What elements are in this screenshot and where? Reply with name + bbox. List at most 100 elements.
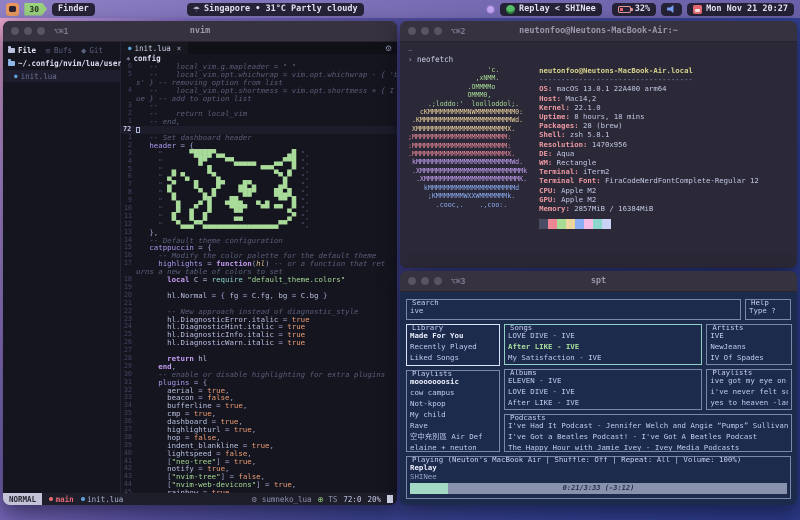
fold-header[interactable]: ∗config	[121, 54, 397, 63]
spotify-icon	[506, 5, 515, 14]
list-item[interactable]: The Happy Hour with Jamie Ivey - Ivey Me…	[508, 443, 788, 452]
artists-box[interactable]: ArtistsIVE NewJeans IV Of Spades Eve	[706, 324, 792, 365]
albums-box[interactable]: AlbumsELEVEN - IVELOVE DIVE - IVEAfter L…	[504, 369, 702, 410]
scroll-percent: 20%	[367, 495, 381, 504]
treesitter-icon: ⊕	[318, 495, 324, 504]
palette-swatch	[593, 219, 602, 229]
list-item[interactable]: Eve	[710, 364, 788, 365]
list-item[interactable]: I've Had It Podcast - Jennifer Welch and…	[508, 421, 788, 430]
sidebar-tab-git[interactable]: ◆Git	[81, 46, 103, 55]
sidebar-tab-bufs[interactable]: ≡Bufs	[45, 46, 72, 55]
playlists-box[interactable]: Playlistsmooooooosiccow campusNot-kpopMy…	[406, 370, 500, 452]
treesitter-indicator: ⊕ TS	[318, 495, 338, 504]
list-item[interactable]: 空中充別區 Air Def	[410, 432, 496, 441]
list-item[interactable]: mooooooosic	[410, 377, 496, 386]
terminal-content[interactable]: ~ › neofetch 'c. ,xNMM. .OMMMMo OMMM0, .…	[400, 42, 797, 268]
podcasts-box[interactable]: PodcastsI've Had It Podcast - Jennifer W…	[504, 414, 792, 452]
branch-name: main	[56, 495, 74, 504]
playlists-right-box[interactable]: Playlistsive got my eye on you!!i've nev…	[706, 369, 792, 410]
list-item[interactable]: IVE	[710, 331, 788, 340]
neofetch-entry: CPU: Apple M2	[539, 186, 759, 195]
list-item[interactable]: My child	[410, 410, 496, 419]
list-item[interactable]: LOVE DIVE - IVE	[508, 331, 698, 340]
list-item[interactable]: NewJeans	[710, 342, 788, 351]
weather-widget[interactable]: ☂Singapore • 31°C Partly cloudy	[187, 3, 364, 16]
neofetch-entry: Uptime: 8 hours, 18 mins	[539, 112, 759, 121]
list-item[interactable]: My Satisfaction - IVE	[508, 353, 698, 362]
gear-icon[interactable]: ⚙	[385, 44, 397, 53]
file-name: init.lua	[87, 495, 123, 504]
playing-box: Playing (Neuton's MacBook Air | Shuffle:…	[406, 456, 791, 499]
now-playing-widget[interactable]: Replay < SHINee	[500, 3, 602, 16]
search-input[interactable]: ive	[410, 303, 737, 315]
neofetch-entry: Terminal: iTerm2	[539, 167, 759, 176]
command-text: neofetch	[417, 55, 453, 64]
space-badge[interactable]: 30	[24, 3, 47, 16]
sidebar-file-initlua[interactable]: ●init.lua	[3, 70, 120, 82]
git-branch[interactable]: main	[49, 495, 74, 504]
sidebar-tab-file[interactable]: File	[8, 46, 36, 55]
list-item[interactable]: cow campus	[410, 388, 496, 397]
spt-titlebar[interactable]: ⌥⌘3 spt	[400, 271, 797, 292]
search-box[interactable]: Searchive	[406, 299, 741, 320]
code-line: 26 hl.DiagnosticWarn.italic = true	[121, 339, 397, 347]
progress-bar[interactable]: 0:21/3:33 (-3:12)	[410, 483, 787, 494]
pin-icon[interactable]	[486, 5, 495, 14]
list-item[interactable]: Liked Songs	[410, 353, 496, 362]
list-item[interactable]: yes to heaven -lana del rey	[710, 398, 788, 407]
terminal-titlebar[interactable]: ⌥⌘2 neutonfoo@Neutons-MacBook-Air:~	[400, 21, 797, 42]
volume-widget[interactable]	[661, 3, 682, 16]
finder-menu[interactable]: Finder	[52, 3, 95, 16]
path-text: ~/.config/nvim/lua/user	[18, 59, 122, 68]
clock-widget[interactable]: Mon Nov 21 20:27	[687, 3, 794, 16]
cwd-line: ~	[408, 46, 789, 55]
nvim-statusline: NORMAL main init.lua ⚙ sumneko_lua ⊕ TS …	[3, 493, 397, 505]
songs-box-title: Songs	[508, 324, 534, 331]
podcasts-box-title: Podcasts	[508, 414, 548, 421]
library-box[interactable]: LibraryMade For YouRecently PlayedLiked …	[406, 324, 500, 366]
songs-box[interactable]: SongsLOVE DIVE - IVE After LIKE - IVE My S…	[504, 324, 702, 365]
lsp-indicator: ⚙ sumneko_lua	[251, 495, 311, 504]
list-item[interactable]: IV Of Spades	[710, 353, 788, 362]
list-item[interactable]: Rave	[410, 421, 496, 430]
buffer-tab-initlua[interactable]: ●init.lua×	[121, 42, 188, 54]
palette-swatch	[557, 219, 566, 229]
neofetch-entry: Packages: 28 (brew)	[539, 121, 759, 130]
palette-swatch	[566, 219, 575, 229]
list-item[interactable]: i've never felt so alone	[710, 387, 788, 396]
lua-file-icon: ●	[14, 73, 18, 80]
lsp-icon: ⚙	[251, 496, 257, 504]
list-item[interactable]: LOVE DIVE - IVE	[508, 387, 698, 396]
list-item[interactable]: Recently Played	[410, 342, 496, 351]
list-item[interactable]: NewJeans 1st EP 'New Jeans' - NewJeans	[508, 409, 698, 410]
sidebar-root-path[interactable]: ~/.config/nvim/lua/user	[3, 57, 120, 70]
list-item[interactable]: Made For You	[410, 331, 496, 340]
battery-widget[interactable]: 32%	[612, 3, 656, 16]
palette-swatch	[548, 219, 557, 229]
fold-label: config	[134, 54, 161, 63]
nvim-titlebar[interactable]: ⌥⌘1 nvim	[3, 21, 397, 42]
neofetch-entry: Kernel: 22.1.0	[539, 103, 759, 112]
list-item[interactable]: Not-kpop	[410, 399, 496, 408]
list-item[interactable]: exile (feat. Bon Iver) - Taylor Swift,	[508, 364, 698, 365]
neofetch-entry: Resolution: 1470x956	[539, 140, 759, 149]
list-item[interactable]: ELEVEN - IVE	[508, 376, 698, 385]
code-area[interactable]: 6 -- local_vim.g.mapleader = " "5 -- loc…	[121, 63, 397, 493]
list-item[interactable]: elaine + neuton	[410, 443, 496, 452]
list-item[interactable]: ive got my eye on you!!	[710, 376, 788, 385]
list-item[interactable]: After LIKE - IVE	[508, 398, 698, 407]
folder-icon	[8, 61, 15, 66]
app-icon[interactable]	[6, 3, 19, 16]
list-item[interactable]: After LIKE - IVE	[508, 342, 698, 351]
list-item[interactable]: I've Got a Beatles Podcast! - I've Got A…	[508, 432, 788, 441]
battery-icon	[618, 6, 631, 13]
editor-pane[interactable]: ●init.lua× ⚙ ∗config 6 -- local_vim.g.ma…	[121, 42, 397, 493]
artists-box-title: Artists	[710, 324, 745, 331]
code-line: 12 " ▀▄▄▄▀▀▄▄▄▄▄▄▄▄▄▄▄▄▄▄▄▄▄▀▀ ",	[121, 221, 397, 229]
speaker-icon	[667, 5, 676, 14]
list-item[interactable]: I've never had thoughts that control me	[710, 409, 788, 410]
file-icon	[81, 497, 85, 501]
close-icon[interactable]: ×	[177, 44, 182, 53]
neotree-sidebar: File ≡Bufs ◆Git ~/.config/nvim/lua/user …	[3, 42, 121, 493]
track-artist: SHINee	[410, 472, 787, 481]
